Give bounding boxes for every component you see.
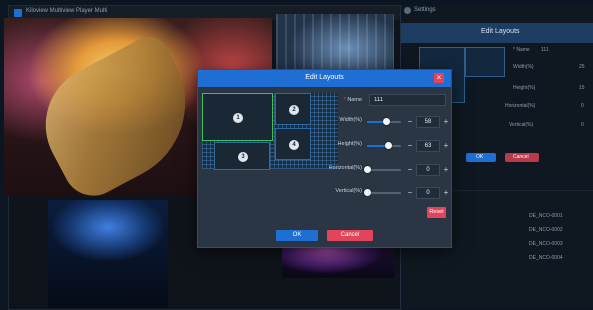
- horizontal-label: Horizontal(%): [328, 165, 362, 171]
- height-slider-knob[interactable]: [384, 142, 392, 149]
- settings-cancel-button[interactable]: Cancel: [505, 153, 539, 162]
- width-value[interactable]: 58: [416, 116, 440, 128]
- settings-row-1: DE_NCO-0001: [529, 213, 563, 219]
- layout-box-number: 1: [233, 113, 243, 123]
- vertical-value[interactable]: 0: [416, 187, 440, 199]
- horizontal-slider-knob[interactable]: [363, 166, 371, 173]
- settings-title: Settings: [414, 7, 436, 13]
- saxophone-image: [24, 29, 214, 196]
- cancel-button[interactable]: Cancel: [327, 230, 373, 241]
- vertical-stepper: − 0 +: [405, 187, 451, 199]
- settings-close-icon[interactable]: [404, 7, 411, 14]
- settings-cancel-label: Cancel: [513, 154, 529, 160]
- horizontal-slider-track[interactable]: [367, 169, 401, 171]
- ok-button[interactable]: OK: [276, 230, 318, 241]
- settings-vertical-value: 0: [581, 122, 584, 128]
- video-tile-concert[interactable]: [48, 200, 168, 308]
- settings-horizontal-label: Horizontal(%): [505, 103, 536, 109]
- settings-subheader: Edit Layouts: [401, 23, 593, 43]
- app-logo-icon: [14, 9, 22, 17]
- settings-row-2: DE_NCO-0002: [529, 227, 563, 233]
- name-input[interactable]: [369, 94, 446, 106]
- settings-height-value: 15: [579, 85, 585, 91]
- settings-width-value: 25: [579, 64, 585, 70]
- width-minus-button[interactable]: −: [405, 116, 415, 128]
- name-label-wrap: * Name: [338, 97, 362, 103]
- height-stepper: − 63 +: [405, 140, 451, 152]
- settings-vertical-label: Vertical(%): [509, 122, 534, 128]
- reset-button[interactable]: Reset: [427, 207, 446, 218]
- width-stepper: − 58 +: [405, 116, 451, 128]
- vertical-slider-knob[interactable]: [363, 189, 371, 196]
- vertical-slider-track[interactable]: [367, 192, 401, 194]
- edit-layouts-dialog: Edit Layouts × 1 2 3 4 * Name Width(%) −…: [197, 69, 452, 248]
- width-slider-knob[interactable]: [383, 118, 391, 125]
- horizontal-plus-button[interactable]: +: [441, 164, 451, 176]
- settings-ok-label: OK: [476, 154, 484, 160]
- settings-subheader-label: Edit Layouts: [481, 28, 520, 35]
- layout-box-number: 3: [238, 152, 248, 162]
- width-plus-button[interactable]: +: [441, 116, 451, 128]
- layout-box-2[interactable]: 2: [275, 93, 311, 125]
- settings-ok-button[interactable]: OK: [466, 153, 496, 162]
- name-label: Name: [347, 97, 362, 103]
- horizontal-minus-button[interactable]: −: [405, 164, 415, 176]
- settings-width-label: Width(%): [513, 64, 534, 70]
- height-plus-button[interactable]: +: [441, 140, 451, 152]
- vertical-label: Vertical(%): [335, 188, 362, 194]
- height-value[interactable]: 63: [416, 140, 440, 152]
- layout-box-number: 2: [289, 105, 299, 115]
- height-label: Height(%): [337, 141, 362, 147]
- vertical-plus-button[interactable]: +: [441, 187, 451, 199]
- width-label: Width(%): [339, 117, 362, 123]
- layout-box-number: 4: [289, 140, 299, 150]
- settings-layout-preview-2: [465, 47, 505, 77]
- settings-row-4: DE_NCO-0004: [529, 255, 563, 261]
- height-minus-button[interactable]: −: [405, 140, 415, 152]
- settings-name-label: * Name: [513, 47, 530, 53]
- dialog-title: Edit Layouts: [305, 74, 344, 81]
- settings-horizontal-value: 0: [581, 103, 584, 109]
- close-icon[interactable]: ×: [434, 73, 444, 83]
- settings-name-value: 111: [541, 47, 549, 53]
- layout-box-4[interactable]: 4: [275, 128, 311, 160]
- horizontal-stepper: − 0 +: [405, 164, 451, 176]
- vertical-minus-button[interactable]: −: [405, 187, 415, 199]
- horizontal-value[interactable]: 0: [416, 164, 440, 176]
- settings-height-label: Height(%): [513, 85, 536, 91]
- app-title: Kiloview Multiview Player Multi: [26, 8, 108, 14]
- layout-box-1[interactable]: 1: [202, 93, 273, 141]
- settings-row-3: DE_NCO-0003: [529, 241, 563, 247]
- required-mark: *: [343, 97, 346, 103]
- layout-box-3[interactable]: 3: [214, 142, 270, 170]
